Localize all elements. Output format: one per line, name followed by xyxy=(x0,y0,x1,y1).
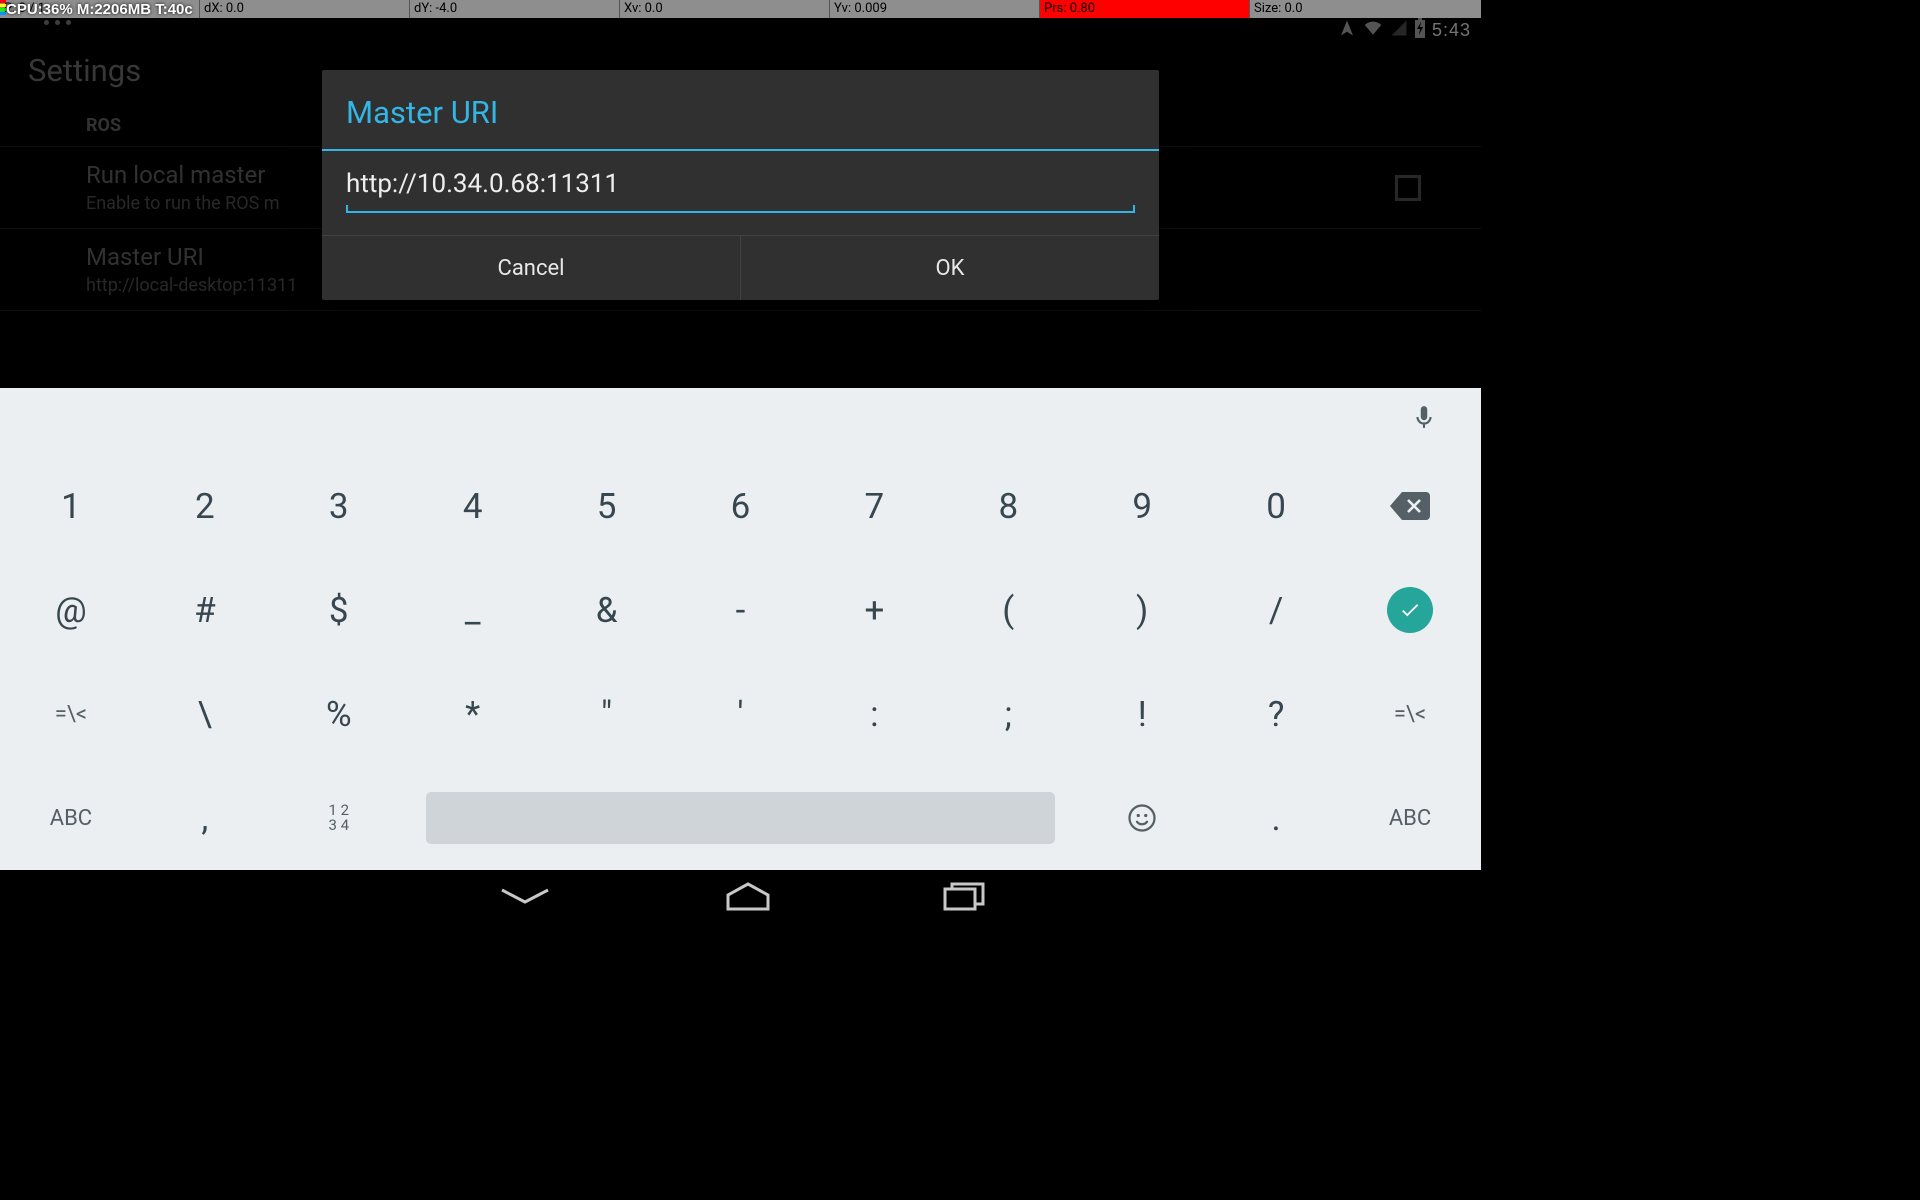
key-asterisk[interactable]: * xyxy=(406,662,540,766)
row-subtitle: http://local-desktop:11311 xyxy=(86,275,297,296)
key-7[interactable]: 7 xyxy=(807,454,941,558)
key-semicolon[interactable]: ; xyxy=(941,662,1075,766)
location-icon xyxy=(1338,19,1356,41)
emoji-icon xyxy=(1127,803,1157,833)
key-3[interactable]: 3 xyxy=(272,454,406,558)
soft-keyboard: 1 2 3 4 5 6 7 8 9 0 @ # $ _ & - + ( ) / xyxy=(0,450,1481,870)
key-symbols-left[interactable]: =\< xyxy=(4,662,138,766)
key-question[interactable]: ? xyxy=(1209,662,1343,766)
key-dquote[interactable]: " xyxy=(540,662,674,766)
nav-recents-button[interactable] xyxy=(942,881,986,915)
debug-size: Size: 0.0 xyxy=(1250,0,1481,18)
spacebar-surface xyxy=(426,792,1055,844)
key-hash[interactable]: # xyxy=(138,558,272,662)
kbd-row-4: ABC , 1 2 3 4 . ABC xyxy=(4,766,1477,870)
debug-xv: Xv: 0.0 xyxy=(620,0,830,18)
key-rparen[interactable]: ) xyxy=(1075,558,1209,662)
chevron-down-icon xyxy=(496,884,554,908)
key-exclaim[interactable]: ! xyxy=(1075,662,1209,766)
debug-yv: Yv: 0.009 xyxy=(830,0,1040,18)
row-subtitle: Enable to run the ROS m xyxy=(86,193,280,214)
key-6[interactable]: 6 xyxy=(674,454,808,558)
key-minus[interactable]: - xyxy=(674,558,808,662)
master-uri-dialog: Master URI Cancel OK xyxy=(322,70,1159,300)
row-title: Run local master xyxy=(86,161,280,189)
cpu-overlay-text: CPU:36% M:2206MB T:40c xyxy=(6,0,193,20)
run-local-master-checkbox[interactable] xyxy=(1395,175,1421,201)
ime-candidate-bar xyxy=(0,388,1481,450)
key-1[interactable]: 1 xyxy=(4,454,138,558)
debug-prs: Prs: 0.80 xyxy=(1040,0,1250,18)
battery-icon xyxy=(1414,18,1426,42)
numpad-icon: 1 2 3 4 xyxy=(328,803,349,833)
check-icon xyxy=(1387,587,1433,633)
touch-debug-bar: P: 0 / 1 dX: 0.0 dY: -4.0 Xv: 0.0 Yv: 0.… xyxy=(0,0,1481,18)
ok-button[interactable]: OK xyxy=(741,236,1159,300)
key-at[interactable]: @ xyxy=(4,558,138,662)
key-emoji[interactable] xyxy=(1075,766,1209,870)
kbd-row-2: @ # $ _ & - + ( ) / xyxy=(4,558,1477,662)
key-slash[interactable]: / xyxy=(1209,558,1343,662)
key-percent[interactable]: % xyxy=(272,662,406,766)
key-8[interactable]: 8 xyxy=(941,454,1075,558)
key-numpad-toggle[interactable]: 1 2 3 4 xyxy=(272,766,406,870)
status-clock: 5:43 xyxy=(1432,21,1471,39)
key-0[interactable]: 0 xyxy=(1209,454,1343,558)
key-lparen[interactable]: ( xyxy=(941,558,1075,662)
nav-home-button[interactable] xyxy=(724,881,772,915)
key-5[interactable]: 5 xyxy=(540,454,674,558)
key-dollar[interactable]: $ xyxy=(272,558,406,662)
debug-dy: dY: -4.0 xyxy=(410,0,620,18)
recents-icon xyxy=(942,881,986,911)
kbd-row-3: =\< \ % * " ' : ; ! ? =\< xyxy=(4,662,1477,766)
key-symbols-right[interactable]: =\< xyxy=(1343,662,1477,766)
key-comma[interactable]: , xyxy=(138,766,272,870)
key-colon[interactable]: : xyxy=(807,662,941,766)
key-backslash[interactable]: \ xyxy=(138,662,272,766)
key-space[interactable] xyxy=(406,766,1076,870)
key-enter[interactable] xyxy=(1343,558,1477,662)
key-abc-left[interactable]: ABC xyxy=(4,766,138,870)
input-underline xyxy=(346,205,1135,213)
row-title: Master URI xyxy=(86,243,297,271)
wifi-icon xyxy=(1362,19,1384,41)
key-2[interactable]: 2 xyxy=(138,454,272,558)
android-nav-bar xyxy=(0,870,1481,926)
kbd-row-1: 1 2 3 4 5 6 7 8 9 0 xyxy=(4,454,1477,558)
signal-icon xyxy=(1390,19,1408,41)
key-4[interactable]: 4 xyxy=(406,454,540,558)
key-underscore[interactable]: _ xyxy=(406,558,540,662)
dialog-title: Master URI xyxy=(322,70,1159,149)
key-plus[interactable]: + xyxy=(807,558,941,662)
key-period[interactable]: . xyxy=(1209,766,1343,870)
key-backspace[interactable] xyxy=(1343,454,1477,558)
debug-dx: dX: 0.0 xyxy=(200,0,410,18)
notification-dots-icon xyxy=(44,20,71,25)
voice-input-button[interactable] xyxy=(1411,401,1437,437)
key-ampersand[interactable]: & xyxy=(540,558,674,662)
home-icon xyxy=(724,881,772,911)
nav-back-button[interactable] xyxy=(496,884,554,912)
key-abc-right[interactable]: ABC xyxy=(1343,766,1477,870)
android-status-bar: 5:43 xyxy=(0,18,1481,42)
key-9[interactable]: 9 xyxy=(1075,454,1209,558)
cancel-button[interactable]: Cancel xyxy=(322,236,740,300)
key-squote[interactable]: ' xyxy=(674,662,808,766)
master-uri-input[interactable] xyxy=(346,169,1135,205)
